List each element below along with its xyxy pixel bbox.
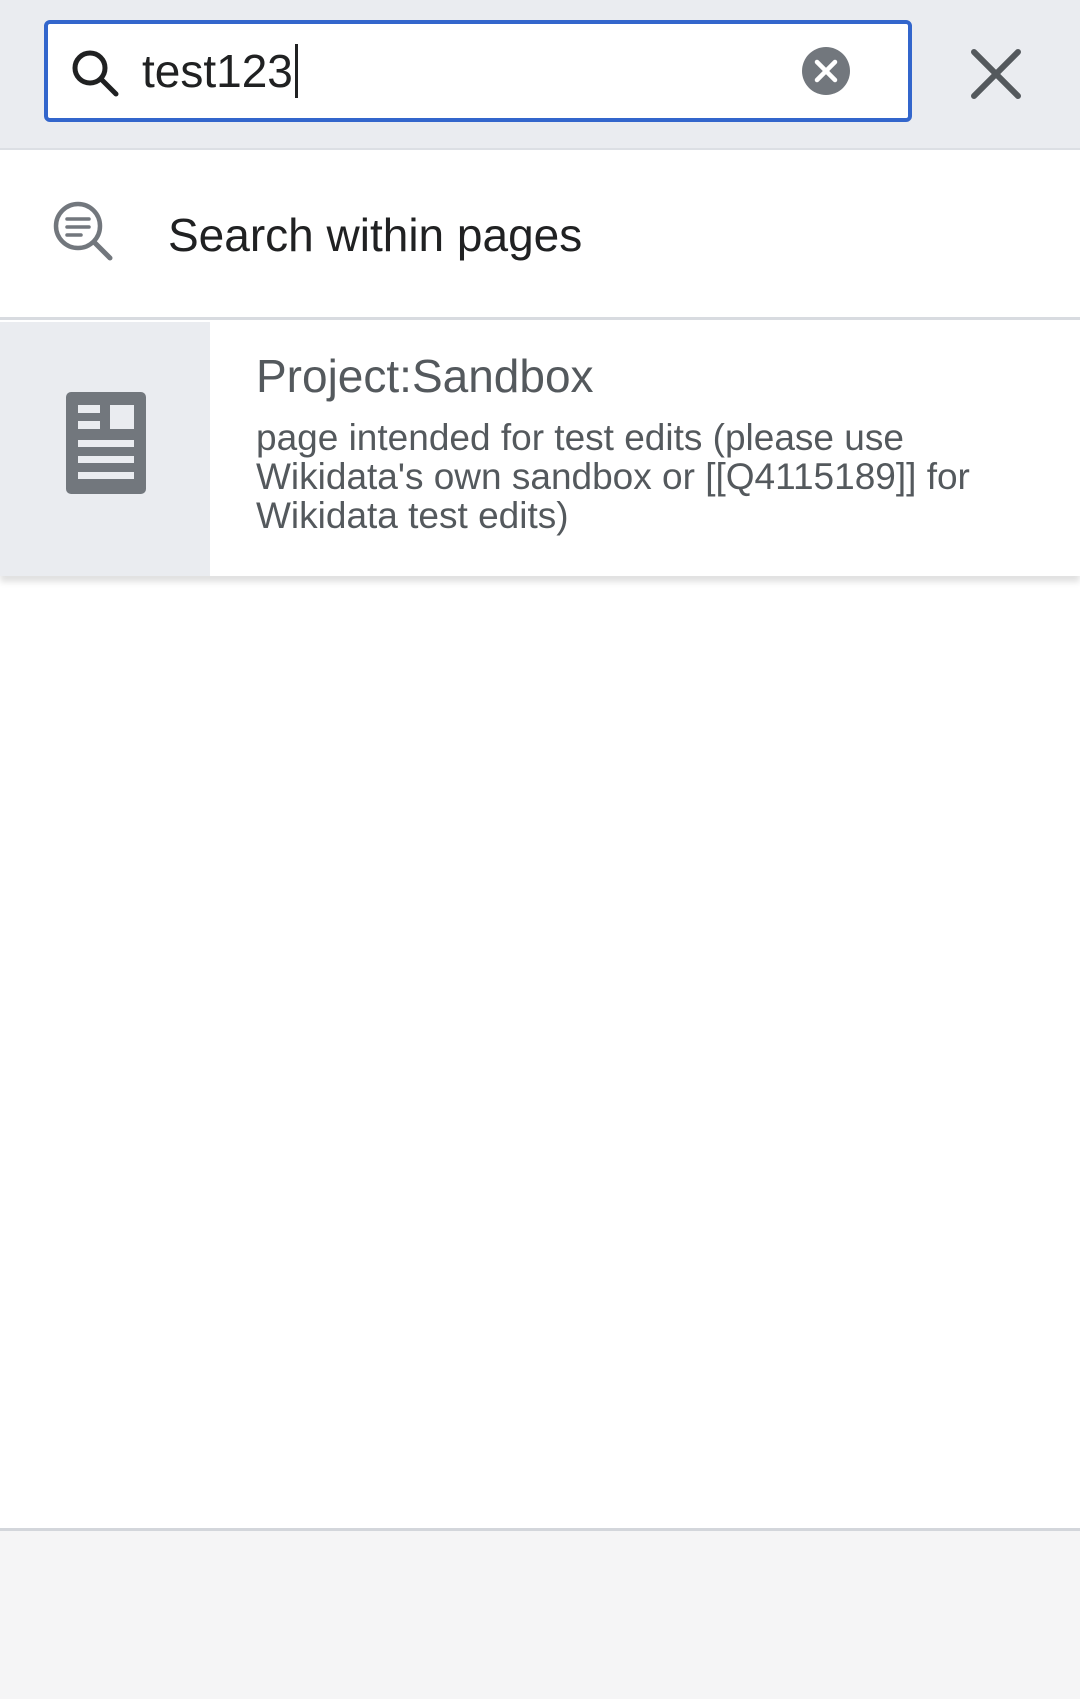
- search-within-pages-button[interactable]: Search within pages: [0, 150, 1080, 320]
- search-screen: test123 Search within pages Project:Sand…: [0, 0, 1080, 1699]
- search-within-pages-label: Search within pages: [168, 209, 583, 261]
- bottom-bar: [0, 1528, 1080, 1699]
- result-thumbnail: [0, 322, 210, 576]
- result-description: page intended for test edits (please use…: [256, 417, 970, 536]
- search-header: test123: [0, 0, 1080, 150]
- result-title: Project:Sandbox: [256, 350, 594, 402]
- search-result-item[interactable]: Project:Sandbox page intended for test e…: [0, 322, 1080, 576]
- search-input[interactable]: test123: [44, 20, 912, 122]
- search-icon: [72, 50, 119, 97]
- text-caret: [294, 43, 298, 98]
- search-input-value: test123: [142, 24, 298, 118]
- article-icon: [66, 392, 146, 494]
- search-text: test123: [142, 45, 293, 97]
- clear-search-icon[interactable]: [802, 47, 850, 95]
- close-icon[interactable]: [966, 44, 1026, 104]
- search-in-text-icon: [53, 201, 113, 261]
